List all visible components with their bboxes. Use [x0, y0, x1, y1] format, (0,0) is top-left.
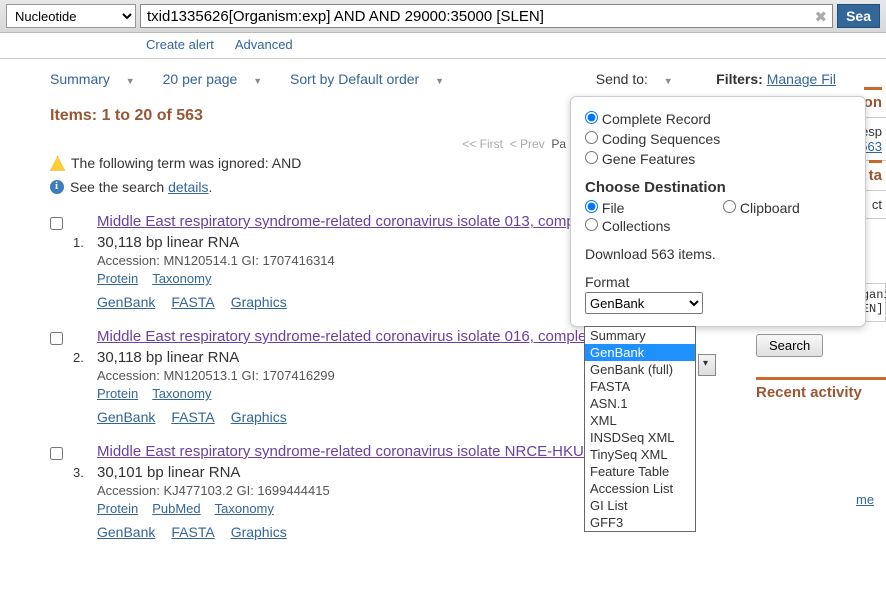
result-checkbox[interactable]: [50, 447, 63, 460]
result-index: 2.: [73, 328, 87, 365]
format-option[interactable]: TinySeq XML: [585, 446, 695, 463]
fmtlink-fasta[interactable]: FASTA: [171, 294, 214, 310]
result-length: 30,101 bp linear RNA: [97, 460, 836, 483]
destination-option[interactable]: Collections: [585, 218, 705, 234]
format-option[interactable]: GenBank: [585, 344, 695, 361]
fmtlink-genbank[interactable]: GenBank: [97, 294, 155, 310]
format-select[interactable]: GenBank: [585, 292, 703, 314]
fmtlink-graphics[interactable]: Graphics: [231, 524, 287, 540]
warning-icon: [50, 156, 65, 171]
format-option[interactable]: FASTA: [585, 378, 695, 395]
format-option[interactable]: GenBank (full): [585, 361, 695, 378]
right-header-1: on: [864, 87, 882, 115]
sublink-taxonomy[interactable]: Taxonomy: [152, 386, 211, 401]
fmtlink-genbank[interactable]: GenBank: [97, 409, 155, 425]
fmtlink-genbank[interactable]: GenBank: [97, 524, 155, 540]
right-frag-ct: ct: [872, 197, 882, 212]
sublink-protein[interactable]: Protein: [97, 386, 138, 401]
search-input[interactable]: [140, 4, 833, 28]
right-header-2: ta: [869, 160, 882, 188]
right-frag-me[interactable]: me: [856, 492, 874, 507]
sortby-dropdown[interactable]: Sort by Default order ▼: [290, 71, 456, 87]
sendto-dropdown[interactable]: Send to: ▼: [596, 71, 685, 87]
search-details-button[interactable]: Search: [756, 334, 823, 357]
summary-dropdown[interactable]: Summary ▼: [50, 71, 147, 87]
record-option[interactable]: Gene Features: [585, 151, 695, 167]
result-checkbox[interactable]: [50, 217, 63, 230]
warning-text: The following term was ignored: AND: [71, 155, 301, 171]
format-option[interactable]: ASN.1: [585, 395, 695, 412]
result-title-link[interactable]: Middle East respiratory syndrome-related…: [97, 328, 586, 345]
fmtlink-fasta[interactable]: FASTA: [171, 409, 214, 425]
advanced-link[interactable]: Advanced: [235, 37, 293, 52]
format-option[interactable]: Summary: [585, 327, 695, 344]
clear-search-icon[interactable]: ✖: [815, 8, 828, 26]
info-text: See the search details.: [70, 179, 212, 195]
choose-destination-header: Choose Destination: [585, 169, 851, 200]
sublink-pubmed[interactable]: PubMed: [152, 501, 200, 516]
download-count-text: Download 563 items.: [585, 234, 851, 268]
format-option[interactable]: INSDSeq XML: [585, 429, 695, 446]
filters-label: Filters:: [716, 71, 763, 87]
result-item: 2. Middle East respiratory syndrome-rela…: [50, 320, 836, 435]
sublink-protein[interactable]: Protein: [97, 501, 138, 516]
secondary-select[interactable]: [698, 354, 716, 376]
result-index: 1.: [73, 213, 87, 250]
recent-activity-header: Recent activity: [756, 377, 886, 405]
result-item: 3. Middle East respiratory syndrome-rela…: [50, 435, 836, 550]
format-option[interactable]: Feature Table: [585, 463, 695, 480]
fmtlink-graphics[interactable]: Graphics: [231, 294, 287, 310]
result-title-link[interactable]: Middle East respiratory syndrome-related…: [97, 213, 586, 230]
result-checkbox[interactable]: [50, 332, 63, 345]
format-option[interactable]: XML: [585, 412, 695, 429]
destination-option[interactable]: Clipboard: [723, 200, 843, 216]
result-accession: Accession: KJ477103.2 GI: 1699444415: [97, 483, 836, 501]
database-select[interactable]: Nucleotide: [6, 4, 136, 28]
result-title-link[interactable]: Middle East respiratory syndrome-related…: [97, 443, 601, 460]
format-option[interactable]: GFF3: [585, 514, 695, 531]
result-index: 3.: [73, 443, 87, 480]
info-icon: [50, 180, 64, 194]
result-length: 30,118 bp linear RNA: [97, 345, 836, 368]
record-option[interactable]: Coding Sequences: [585, 131, 720, 147]
sublink-protein[interactable]: Protein: [97, 271, 138, 286]
format-option[interactable]: Accession List: [585, 480, 695, 497]
fmtlink-fasta[interactable]: FASTA: [171, 524, 214, 540]
result-accession: Accession: MN120513.1 GI: 1707416299: [97, 368, 836, 386]
fmtlink-graphics[interactable]: Graphics: [231, 409, 287, 425]
sendto-popup: Complete Record Coding Sequences Gene Fe…: [570, 96, 866, 327]
record-option[interactable]: Complete Record: [585, 111, 711, 127]
manage-filters-link[interactable]: Manage Fil: [767, 71, 836, 87]
search-button[interactable]: Sea: [837, 4, 880, 28]
create-alert-link[interactable]: Create alert: [146, 37, 214, 52]
sublink-taxonomy[interactable]: Taxonomy: [152, 271, 211, 286]
details-link[interactable]: details: [168, 179, 208, 195]
destination-option[interactable]: File: [585, 200, 705, 216]
sublink-taxonomy[interactable]: Taxonomy: [215, 501, 274, 516]
perpage-dropdown[interactable]: 20 per page ▼: [163, 71, 275, 87]
format-option[interactable]: GI List: [585, 497, 695, 514]
format-label: Format: [585, 268, 851, 290]
format-options-list[interactable]: SummaryGenBankGenBank (full)FASTAASN.1XM…: [584, 326, 696, 532]
